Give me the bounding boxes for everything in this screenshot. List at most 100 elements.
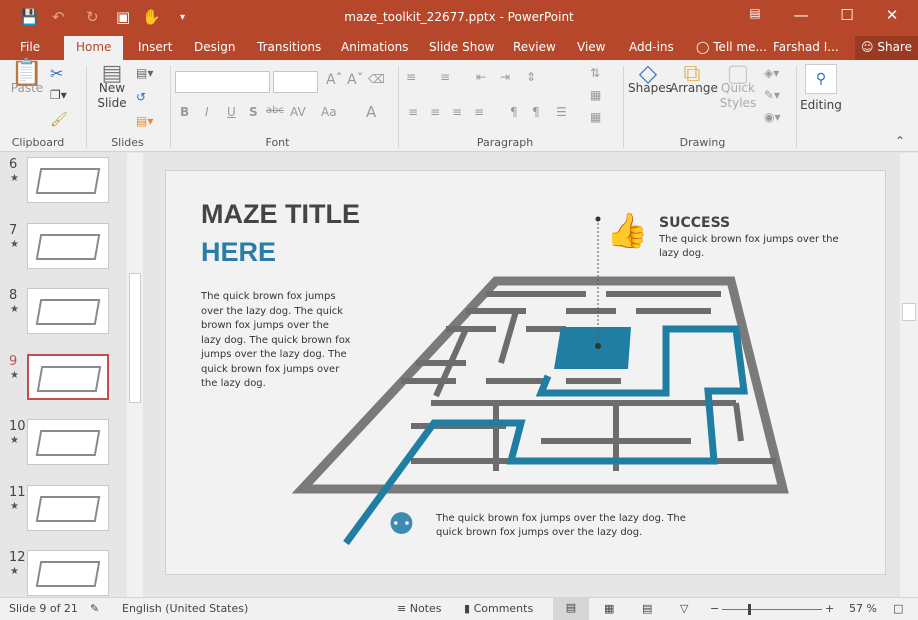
tell-me-label: Tell me... <box>713 40 767 54</box>
group-font: Font <box>265 136 290 149</box>
tab-transitions[interactable]: Transitions <box>257 40 321 54</box>
success-title[interactable]: SUCCESS <box>659 215 730 231</box>
shape-effects-icon[interactable]: ◉▾ <box>764 110 781 124</box>
char-spacing-button[interactable]: AV <box>290 105 306 119</box>
rtl-icon[interactable]: ¶ <box>532 105 540 119</box>
slide-thumbnail[interactable] <box>27 288 109 334</box>
group-clipboard: Clipboard <box>11 136 65 149</box>
collapse-ribbon-icon[interactable]: ⌃ <box>895 134 905 148</box>
zoom-slider-thumb[interactable] <box>748 604 752 615</box>
bullets-icon[interactable]: ≡ <box>406 70 416 84</box>
align-center-icon[interactable]: ≡ <box>430 105 440 119</box>
slideshow-button[interactable]: ▽ <box>680 602 688 615</box>
window-title: maze_toolkit_22677.pptx - PowerPoint <box>344 10 574 24</box>
italic-button[interactable]: I <box>205 105 209 119</box>
thumbnail-number: 6 <box>9 157 18 172</box>
change-case-button[interactable]: Aa <box>321 105 337 119</box>
align-text-icon[interactable]: ▦ <box>590 88 601 102</box>
slide-thumbnail[interactable] <box>27 419 109 465</box>
tab-file[interactable]: File <box>20 40 40 54</box>
reset-icon[interactable]: ↺ <box>136 90 146 104</box>
language[interactable]: English (United States) <box>122 602 248 615</box>
align-left-icon[interactable]: ≡ <box>408 105 418 119</box>
new-slide-button[interactable]: ▤ New Slide <box>94 63 130 111</box>
shadow-button[interactable]: S <box>249 105 258 119</box>
tab-add-ins[interactable]: Add-ins <box>629 40 674 54</box>
slide-canvas[interactable]: MAZE TITLE HERE The quick brown fox jump… <box>165 170 886 575</box>
tab-animations[interactable]: Animations <box>341 40 408 54</box>
success-text[interactable]: The quick brown fox jumps over the lazy … <box>659 233 844 261</box>
slide-sorter-button[interactable]: ▦ <box>604 602 614 615</box>
increase-indent-icon[interactable]: ⇥ <box>500 70 510 84</box>
close-button[interactable]: ✕ <box>877 6 907 24</box>
strikethrough-button[interactable]: abc <box>266 105 284 116</box>
scroll-thumb[interactable] <box>902 303 916 321</box>
editing-button[interactable]: ⚲ Editing <box>800 64 842 113</box>
editing-label: Editing <box>800 98 842 112</box>
font-name-input[interactable] <box>175 71 270 93</box>
tab-design[interactable]: Design <box>194 40 235 54</box>
arrange-button[interactable]: ⧉ Arrange <box>670 61 718 96</box>
reading-view-button[interactable]: ▤ <box>642 602 652 615</box>
underline-button[interactable]: U <box>227 105 236 119</box>
align-right-icon[interactable]: ≡ <box>452 105 462 119</box>
slide-thumbnail[interactable] <box>27 157 109 203</box>
font-size-input[interactable] <box>273 71 318 93</box>
decrease-indent-icon[interactable]: ⇤ <box>476 70 486 84</box>
section-icon[interactable]: ▤▾ <box>136 114 153 128</box>
zoom-out-button[interactable]: − <box>710 602 719 615</box>
zoom-level[interactable]: 57 % <box>849 602 877 615</box>
shape-fill-icon[interactable]: ◈▾ <box>764 66 779 80</box>
thumbnail-scrollbar[interactable] <box>127 153 143 597</box>
shapes-label: Shapes <box>628 81 672 95</box>
fit-to-window-icon[interactable]: □ <box>893 602 903 615</box>
zoom-in-button[interactable]: + <box>825 602 834 615</box>
spell-check-icon[interactable]: ✎ <box>90 602 99 615</box>
shapes-button[interactable]: ◇ Shapes <box>628 61 672 96</box>
slide-thumbnail[interactable] <box>27 353 109 400</box>
scroll-thumb[interactable] <box>129 273 141 403</box>
line-spacing-icon[interactable]: ⇕ <box>526 70 536 84</box>
tab-insert[interactable]: Insert <box>138 40 172 54</box>
clear-format-icon[interactable]: ⌫ <box>368 72 385 86</box>
font-color-button[interactable]: A <box>366 103 376 121</box>
smartart-icon[interactable]: ▦ <box>590 110 601 124</box>
comments-button[interactable]: ▮ Comments <box>464 602 533 615</box>
tab-slide-show[interactable]: Slide Show <box>429 40 494 54</box>
bottom-text[interactable]: The quick brown fox jumps over the lazy … <box>436 512 686 540</box>
bold-button[interactable]: B <box>180 105 189 119</box>
slide-thumbnail[interactable] <box>27 222 109 269</box>
maximize-button[interactable]: ☐ <box>832 6 862 24</box>
animation-star-icon: ★ <box>10 435 19 446</box>
grow-font-icon[interactable]: Aˆ Aˇ <box>326 72 364 88</box>
copy-icon[interactable]: ❐▾ <box>50 88 67 102</box>
numbering-icon[interactable]: ≡ <box>440 70 450 84</box>
slide-thumbnail[interactable] <box>27 484 109 531</box>
paste-button[interactable]: 📋 Paste <box>10 60 44 96</box>
justify-icon[interactable]: ≡ <box>474 105 484 119</box>
text-direction-icon[interactable]: ⇅ <box>590 66 600 80</box>
quick-styles-icon: ▢ <box>726 59 750 87</box>
ribbon-display-icon[interactable]: ▤ <box>740 6 770 20</box>
thumbnail-preview <box>35 299 101 325</box>
people-group-icon: ⚉ <box>388 507 415 542</box>
cut-icon[interactable]: ✂ <box>50 64 63 83</box>
shape-outline-icon[interactable]: ✎▾ <box>764 88 780 102</box>
share-button[interactable]: ☺ Share <box>855 36 918 60</box>
slide-scrollbar[interactable] <box>900 153 918 597</box>
tell-me[interactable]: ◯ Tell me... <box>696 40 767 54</box>
quick-styles-button[interactable]: ▢ Quick Styles <box>716 59 760 111</box>
tab-review[interactable]: Review <box>513 40 556 54</box>
notes-button[interactable]: ≡ Notes <box>397 602 442 615</box>
tab-home[interactable]: Home <box>64 36 124 60</box>
minimize-button[interactable]: — <box>786 6 816 24</box>
format-painter-icon[interactable]: 🖌 <box>50 112 68 128</box>
tab-view[interactable]: View <box>577 40 605 54</box>
columns-icon[interactable]: ☰ <box>556 105 567 119</box>
normal-view-button[interactable]: ▤ <box>553 598 589 620</box>
layout-icon[interactable]: ▤▾ <box>136 66 153 80</box>
ltr-icon[interactable]: ¶ <box>510 105 518 119</box>
user-name[interactable]: Farshad I... <box>773 40 839 54</box>
zoom-slider[interactable] <box>722 604 822 615</box>
slide-thumbnail[interactable] <box>27 550 109 596</box>
